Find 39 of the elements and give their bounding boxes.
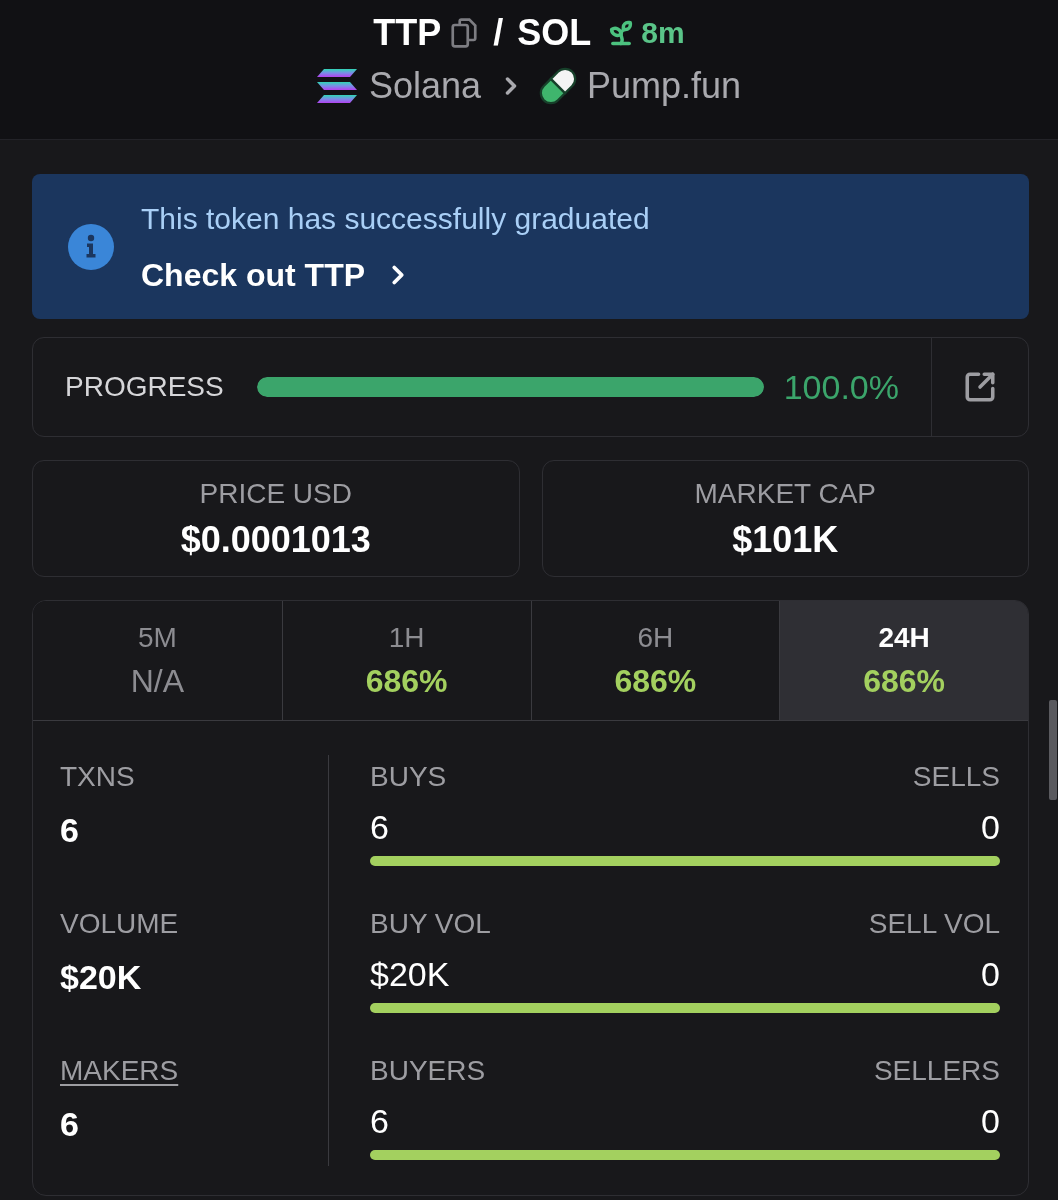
buy-value: 6 (370, 809, 389, 845)
info-icon (68, 223, 114, 270)
price-value: $0.0001013 (180, 518, 371, 561)
buy-label: BUY VOL (370, 907, 491, 941)
scrollbar-thumb[interactable] (1049, 700, 1057, 800)
timeframe-tab[interactable]: 24H 686% (779, 601, 1028, 720)
buy-label: BUYERS (370, 1054, 486, 1088)
buy-value: 6 (370, 1103, 389, 1139)
banner-message: This token has successfully graduated (141, 200, 650, 237)
stat-label: VOLUME (60, 907, 179, 941)
sell-label: SELL VOL (868, 907, 1000, 941)
sell-value: 0 (981, 809, 1000, 845)
buy-label: BUYS (370, 760, 447, 794)
pill-icon (539, 67, 577, 105)
progress-label: PROGRESS (65, 370, 224, 404)
price-label: MARKET CAP (694, 476, 876, 511)
stat-value: 6 (60, 1104, 79, 1144)
quote-symbol: SOL (517, 11, 592, 55)
check-out-link[interactable]: Check out TTP (141, 254, 413, 295)
buy-value: $20K (370, 956, 450, 992)
stat-value: $20K (60, 957, 142, 997)
sell-value: 0 (981, 956, 1000, 992)
stat-label: TXNS (60, 760, 135, 794)
sell-label: SELLS (912, 760, 1000, 794)
copy-icon[interactable] (451, 18, 478, 48)
progress-reading: 100.0% (783, 367, 899, 407)
dex-link[interactable]: Pump.fun (587, 64, 742, 108)
chain-logo-icon (316, 69, 357, 103)
stat-link[interactable]: MAKERS (60, 1053, 179, 1089)
sell-value: 0 (981, 1103, 1000, 1139)
chain-link[interactable]: Solana (368, 64, 481, 108)
price-label: PRICE USD (199, 476, 352, 511)
pair-age: 8m (641, 15, 685, 51)
base-symbol: TTP (373, 11, 442, 55)
stat-value: 6 (60, 810, 79, 850)
external-link-icon (963, 370, 997, 404)
pair-separator: / (493, 11, 504, 55)
price-value: $101K (732, 518, 839, 561)
sell-label: SELLERS (873, 1054, 1000, 1088)
